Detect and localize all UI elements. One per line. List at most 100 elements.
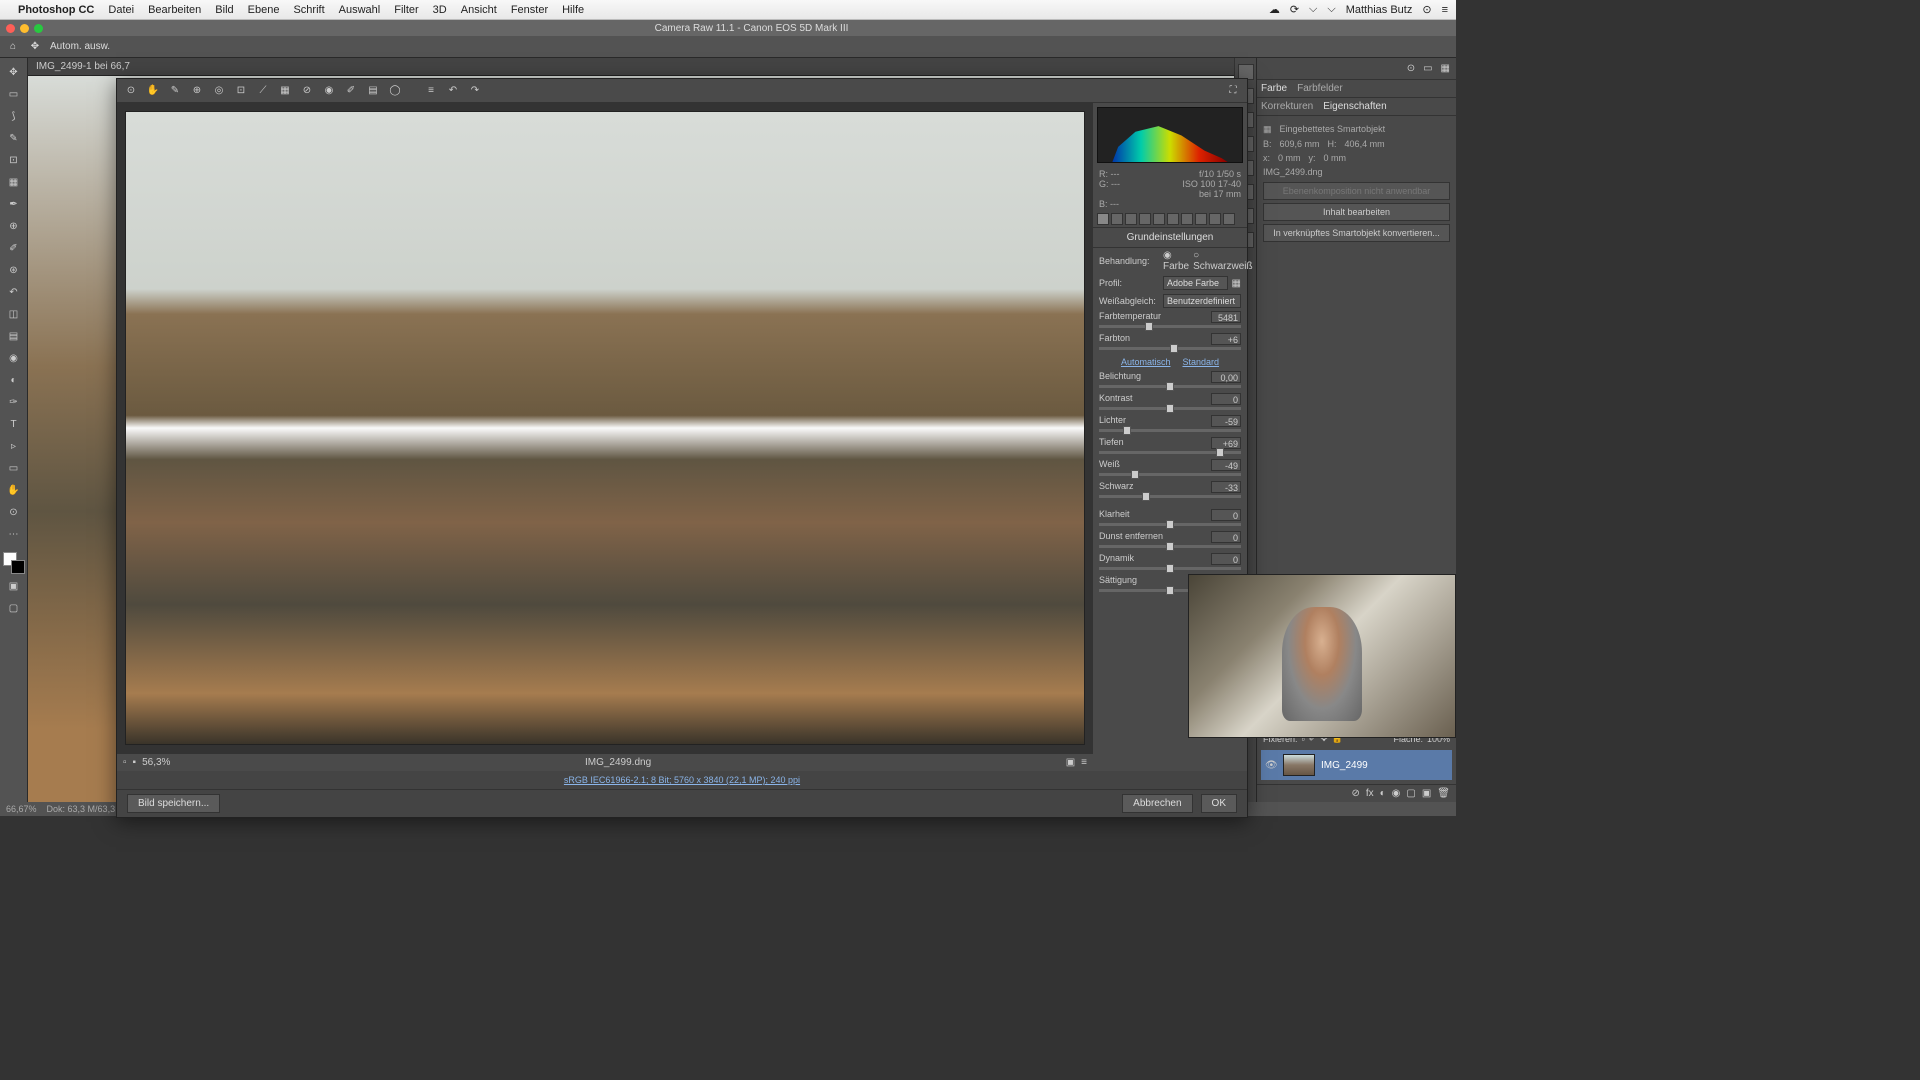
menu-image[interactable]: Bild bbox=[215, 4, 233, 16]
spotlight-icon[interactable]: ⊙ bbox=[1422, 3, 1431, 16]
quick-mask-tool[interactable]: ▣ bbox=[3, 576, 25, 596]
new-group-icon[interactable]: ▢ bbox=[1406, 788, 1415, 799]
acr-rotate-right-icon[interactable]: ↷ bbox=[467, 83, 483, 99]
brush-tool[interactable]: ✐ bbox=[3, 238, 25, 258]
eraser-tool[interactable]: ◫ bbox=[3, 304, 25, 324]
bluetooth-icon[interactable]: ⌵ bbox=[1309, 3, 1317, 16]
wifi-icon[interactable]: ⌵ bbox=[1327, 3, 1335, 16]
quick-select-tool[interactable]: ✎ bbox=[3, 128, 25, 148]
move-tool[interactable]: ✥ bbox=[3, 62, 25, 82]
acr-tab-detail[interactable] bbox=[1125, 213, 1137, 225]
profile-select[interactable]: Adobe Farbe bbox=[1163, 276, 1228, 290]
slider-vibrance-thumb[interactable] bbox=[1166, 564, 1174, 573]
wb-select[interactable]: Benutzerdefiniert bbox=[1163, 294, 1241, 308]
dodge-tool[interactable]: ◐ bbox=[3, 370, 25, 390]
frame-tool[interactable]: ▦ bbox=[3, 172, 25, 192]
acr-radial-tool[interactable]: ◯ bbox=[387, 83, 403, 99]
more-tools[interactable]: ⋯ bbox=[3, 524, 25, 544]
y-value[interactable]: 0 mm bbox=[1324, 153, 1347, 163]
new-adjustment-icon[interactable]: ◉ bbox=[1392, 788, 1401, 799]
slider-contrast-track[interactable] bbox=[1099, 407, 1241, 410]
slider-blacks-thumb[interactable] bbox=[1142, 492, 1150, 501]
acr-tab-curve[interactable] bbox=[1111, 213, 1123, 225]
shape-tool[interactable]: ▭ bbox=[3, 458, 25, 478]
acr-target-adjust-tool[interactable]: ◎ bbox=[211, 83, 227, 99]
slider-vibrance-value[interactable]: 0 bbox=[1211, 553, 1241, 565]
acr-color-sampler-tool[interactable]: ⊕ bbox=[189, 83, 205, 99]
slider-dehaze-thumb[interactable] bbox=[1166, 542, 1174, 551]
type-tool[interactable]: T bbox=[3, 414, 25, 434]
hand-tool[interactable]: ✋ bbox=[3, 480, 25, 500]
new-layer-icon[interactable]: ▣ bbox=[1422, 788, 1431, 799]
acr-tab-fx[interactable] bbox=[1181, 213, 1193, 225]
slider-blacks-track[interactable] bbox=[1099, 495, 1241, 498]
acr-tab-split[interactable] bbox=[1153, 213, 1165, 225]
slider-exposure-thumb[interactable] bbox=[1166, 382, 1174, 391]
minimize-window-button[interactable] bbox=[20, 24, 29, 33]
convert-smartobject-button[interactable]: In verknüpftes Smartobjekt konvertieren.… bbox=[1263, 224, 1450, 242]
menu-3d[interactable]: 3D bbox=[433, 4, 447, 16]
acr-zoom-out-icon[interactable]: ▫ bbox=[123, 757, 127, 768]
status-doc-size[interactable]: Dok: 63,3 M/63,3 M bbox=[47, 804, 126, 814]
tab-color[interactable]: Farbe bbox=[1261, 83, 1287, 94]
slider-clarity-track[interactable] bbox=[1099, 523, 1241, 526]
layer-name-label[interactable]: IMG_2499 bbox=[1321, 760, 1368, 771]
slider-blacks-value[interactable]: -33 bbox=[1211, 481, 1241, 493]
menu-layer[interactable]: Ebene bbox=[248, 4, 280, 16]
auto-preset-link[interactable]: Automatisch bbox=[1121, 357, 1171, 367]
acr-straighten-tool[interactable]: ⟋ bbox=[255, 83, 271, 99]
acr-tab-hsl[interactable] bbox=[1139, 213, 1151, 225]
background-color[interactable] bbox=[11, 560, 25, 574]
slider-shadows-thumb[interactable] bbox=[1216, 448, 1224, 457]
slider-exposure-track[interactable] bbox=[1099, 385, 1241, 388]
menu-select[interactable]: Auswahl bbox=[339, 4, 381, 16]
slider-whites-value[interactable]: -49 bbox=[1211, 459, 1241, 471]
width-value[interactable]: 609,6 mm bbox=[1280, 139, 1320, 149]
acr-histogram[interactable] bbox=[1097, 107, 1243, 163]
acr-tab-calib[interactable] bbox=[1195, 213, 1207, 225]
path-select-tool[interactable]: ▹ bbox=[3, 436, 25, 456]
layer-item[interactable]: 👁 IMG_2499 bbox=[1261, 750, 1452, 780]
user-name[interactable]: Matthias Butz bbox=[1346, 4, 1413, 16]
acr-redeye-tool[interactable]: ◉ bbox=[321, 83, 337, 99]
menu-icon[interactable]: ≡ bbox=[1442, 4, 1448, 16]
acr-preview-toggle-icon[interactable]: ▣ bbox=[1066, 757, 1075, 768]
acr-preview[interactable] bbox=[117, 103, 1093, 753]
acr-workflow-link[interactable]: sRGB IEC61966-2.1; 8 Bit; 5760 x 3840 (2… bbox=[117, 771, 1247, 789]
menu-help[interactable]: Hilfe bbox=[562, 4, 584, 16]
x-value[interactable]: 0 mm bbox=[1278, 153, 1301, 163]
acr-tab-snapshots[interactable] bbox=[1223, 213, 1235, 225]
slider-saturation-thumb[interactable] bbox=[1166, 586, 1174, 595]
search-icon[interactable]: ⊙ bbox=[1407, 63, 1415, 74]
slider-tint-track[interactable] bbox=[1099, 347, 1241, 350]
document-tab[interactable]: IMG_2499-1 bei 66,7 bbox=[28, 58, 1234, 76]
height-value[interactable]: 406,4 mm bbox=[1345, 139, 1385, 149]
tab-corrections[interactable]: Korrekturen bbox=[1261, 101, 1313, 112]
layer-mask-icon[interactable]: ◐ bbox=[1380, 788, 1386, 799]
slider-temp-track[interactable] bbox=[1099, 325, 1241, 328]
acr-zoom-in-icon[interactable]: ▪ bbox=[133, 757, 137, 768]
tab-properties[interactable]: Eigenschaften bbox=[1323, 101, 1386, 112]
arrange-icon[interactable]: ▦ bbox=[1441, 63, 1450, 74]
slider-clarity-thumb[interactable] bbox=[1166, 520, 1174, 529]
treatment-bw-radio[interactable]: ○ Schwarzweiß bbox=[1193, 250, 1252, 272]
zoom-tool[interactable]: ⊙ bbox=[3, 502, 25, 522]
delete-layer-icon[interactable]: 🗑 bbox=[1437, 788, 1450, 799]
status-zoom[interactable]: 66,67% bbox=[6, 804, 37, 814]
stamp-tool[interactable]: ⊛ bbox=[3, 260, 25, 280]
app-menu[interactable]: Photoshop CC bbox=[18, 4, 94, 16]
auto-select-checkbox[interactable]: Autom. ausw. bbox=[50, 41, 110, 52]
close-window-button[interactable] bbox=[6, 24, 15, 33]
slider-vibrance-track[interactable] bbox=[1099, 567, 1241, 570]
pen-tool[interactable]: ✑ bbox=[3, 392, 25, 412]
acr-zoom-value[interactable]: 56,3% bbox=[142, 757, 170, 768]
slider-temp-value[interactable]: 5481 bbox=[1211, 311, 1241, 323]
acr-wb-tool[interactable]: ✎ bbox=[167, 83, 183, 99]
layer-thumbnail[interactable] bbox=[1283, 754, 1315, 776]
menu-filter[interactable]: Filter bbox=[394, 4, 418, 16]
slider-exposure-value[interactable]: 0,00 bbox=[1211, 371, 1241, 383]
acr-spot-tool[interactable]: ⊘ bbox=[299, 83, 315, 99]
slider-dehaze-track[interactable] bbox=[1099, 545, 1241, 548]
slider-tint-thumb[interactable] bbox=[1170, 344, 1178, 353]
acr-filmstrip-icon[interactable]: ≡ bbox=[1081, 757, 1087, 768]
